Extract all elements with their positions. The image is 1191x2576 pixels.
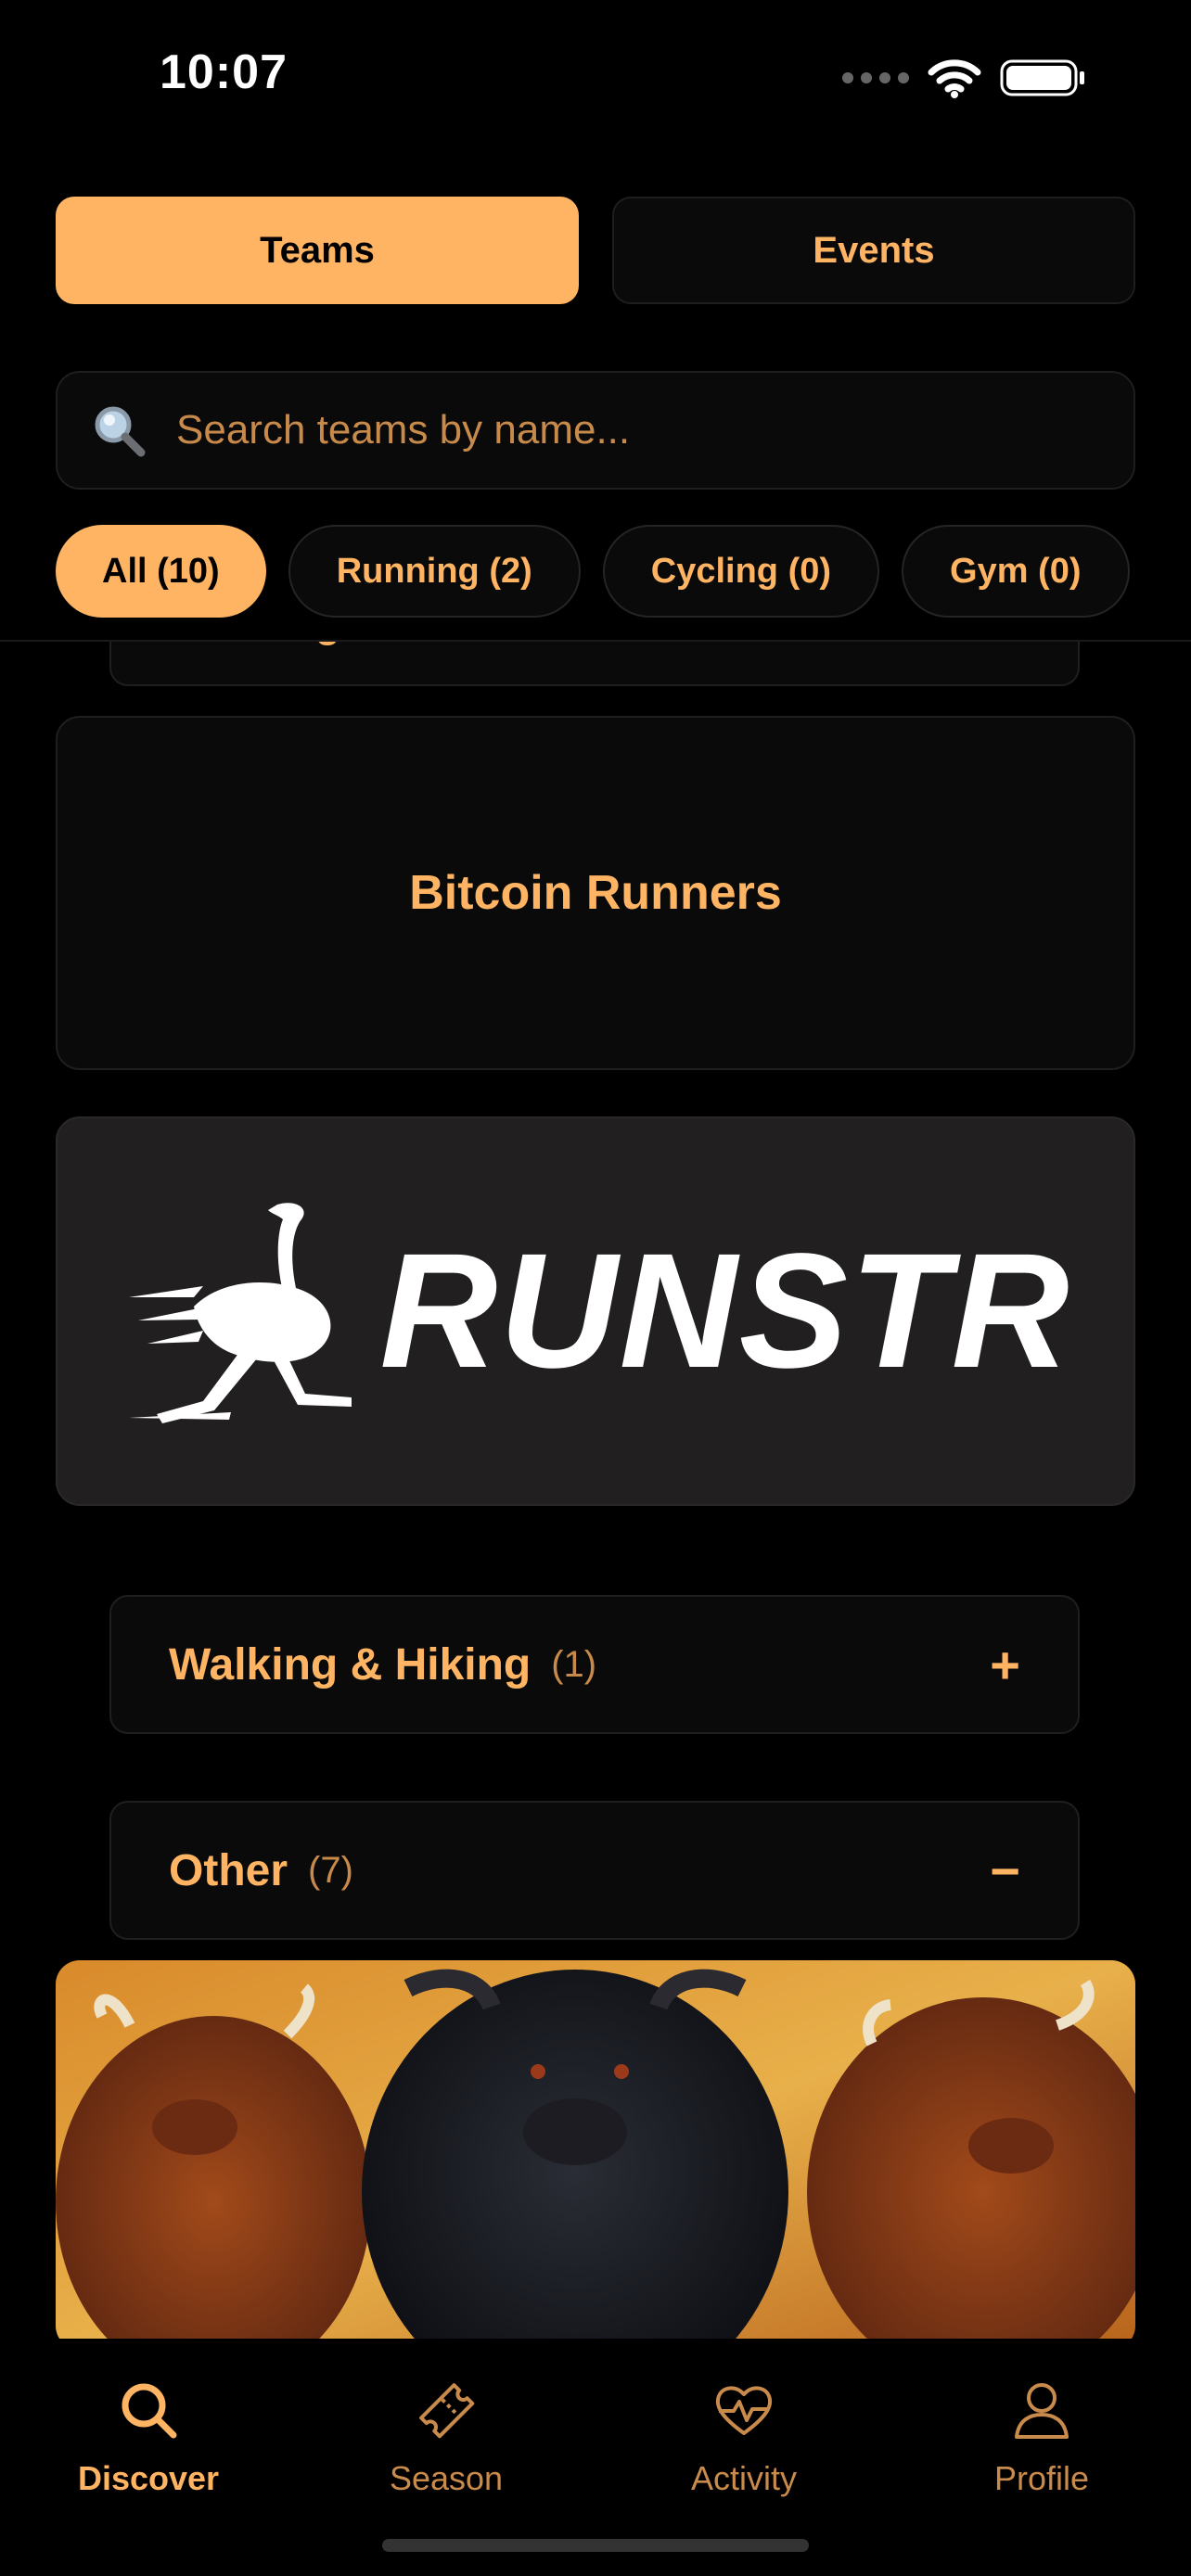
team-card-bitcoin-runners[interactable]: Bitcoin Runners	[56, 716, 1135, 1070]
magnifying-glass-icon	[95, 406, 146, 457]
filter-gym[interactable]: Gym (0)	[902, 525, 1130, 618]
category-count: (1)	[551, 1643, 597, 1685]
tab-label: Activity	[690, 2459, 797, 2497]
tab-teams[interactable]: Teams	[56, 197, 579, 304]
home-indicator	[382, 2539, 809, 2552]
search-icon	[122, 2383, 177, 2439]
collapse-icon[interactable]: −	[990, 1841, 1020, 1901]
tab-events[interactable]: Events	[612, 197, 1135, 304]
battery-icon	[1000, 59, 1084, 96]
search-input[interactable]	[174, 406, 1069, 454]
runstr-banner[interactable]: RUNSTR	[56, 1116, 1135, 1506]
tab-profile[interactable]: Profile	[949, 2378, 1134, 2498]
tab-label: Season	[389, 2459, 504, 2497]
filter-running[interactable]: Running (2)	[288, 525, 581, 618]
ticket-icon	[419, 2383, 475, 2439]
tab-season[interactable]: Season	[353, 2378, 539, 2498]
status-icons	[842, 57, 1087, 98]
runstr-logo-text: RUNSTR	[379, 1220, 1071, 1402]
search-bar[interactable]	[56, 371, 1135, 490]
category-count: (7)	[308, 1849, 353, 1891]
tab-activity[interactable]: Activity	[651, 2378, 837, 2498]
cellular-signal-icon	[842, 72, 909, 83]
person-icon	[1015, 2383, 1069, 2439]
heart-pulse-icon	[715, 2386, 773, 2435]
bulls-painting-image	[56, 1960, 1135, 2339]
filter-chips: All (10) Running (2) Cycling (0) Gym (0)	[56, 525, 1130, 618]
team-list[interactable]: g Bitcoin Runners RUNSTR Walking & Hikin…	[0, 642, 1191, 2339]
team-banner-bulls[interactable]	[56, 1960, 1135, 2339]
category-walking-hiking[interactable]: Walking & Hiking (1) +	[109, 1595, 1080, 1734]
filter-cycling[interactable]: Cycling (0)	[602, 525, 880, 618]
category-title: Walking & Hiking	[169, 1639, 531, 1690]
filter-all[interactable]: All (10)	[56, 525, 266, 618]
tab-discover[interactable]: Discover	[56, 2378, 241, 2498]
team-name: Bitcoin Runners	[409, 866, 782, 920]
category-other[interactable]: Other (7) −	[109, 1801, 1080, 1940]
tab-label: Profile	[993, 2459, 1090, 2497]
partial-category-row[interactable]: g	[109, 642, 1080, 686]
partial-text: g	[315, 642, 340, 647]
category-title: Other	[169, 1845, 288, 1895]
expand-icon[interactable]: +	[990, 1635, 1020, 1695]
status-time: 10:07	[160, 45, 288, 99]
wifi-icon	[928, 59, 981, 98]
tab-label: Discover	[77, 2459, 220, 2497]
ostrich-logo-icon	[129, 1203, 352, 1423]
